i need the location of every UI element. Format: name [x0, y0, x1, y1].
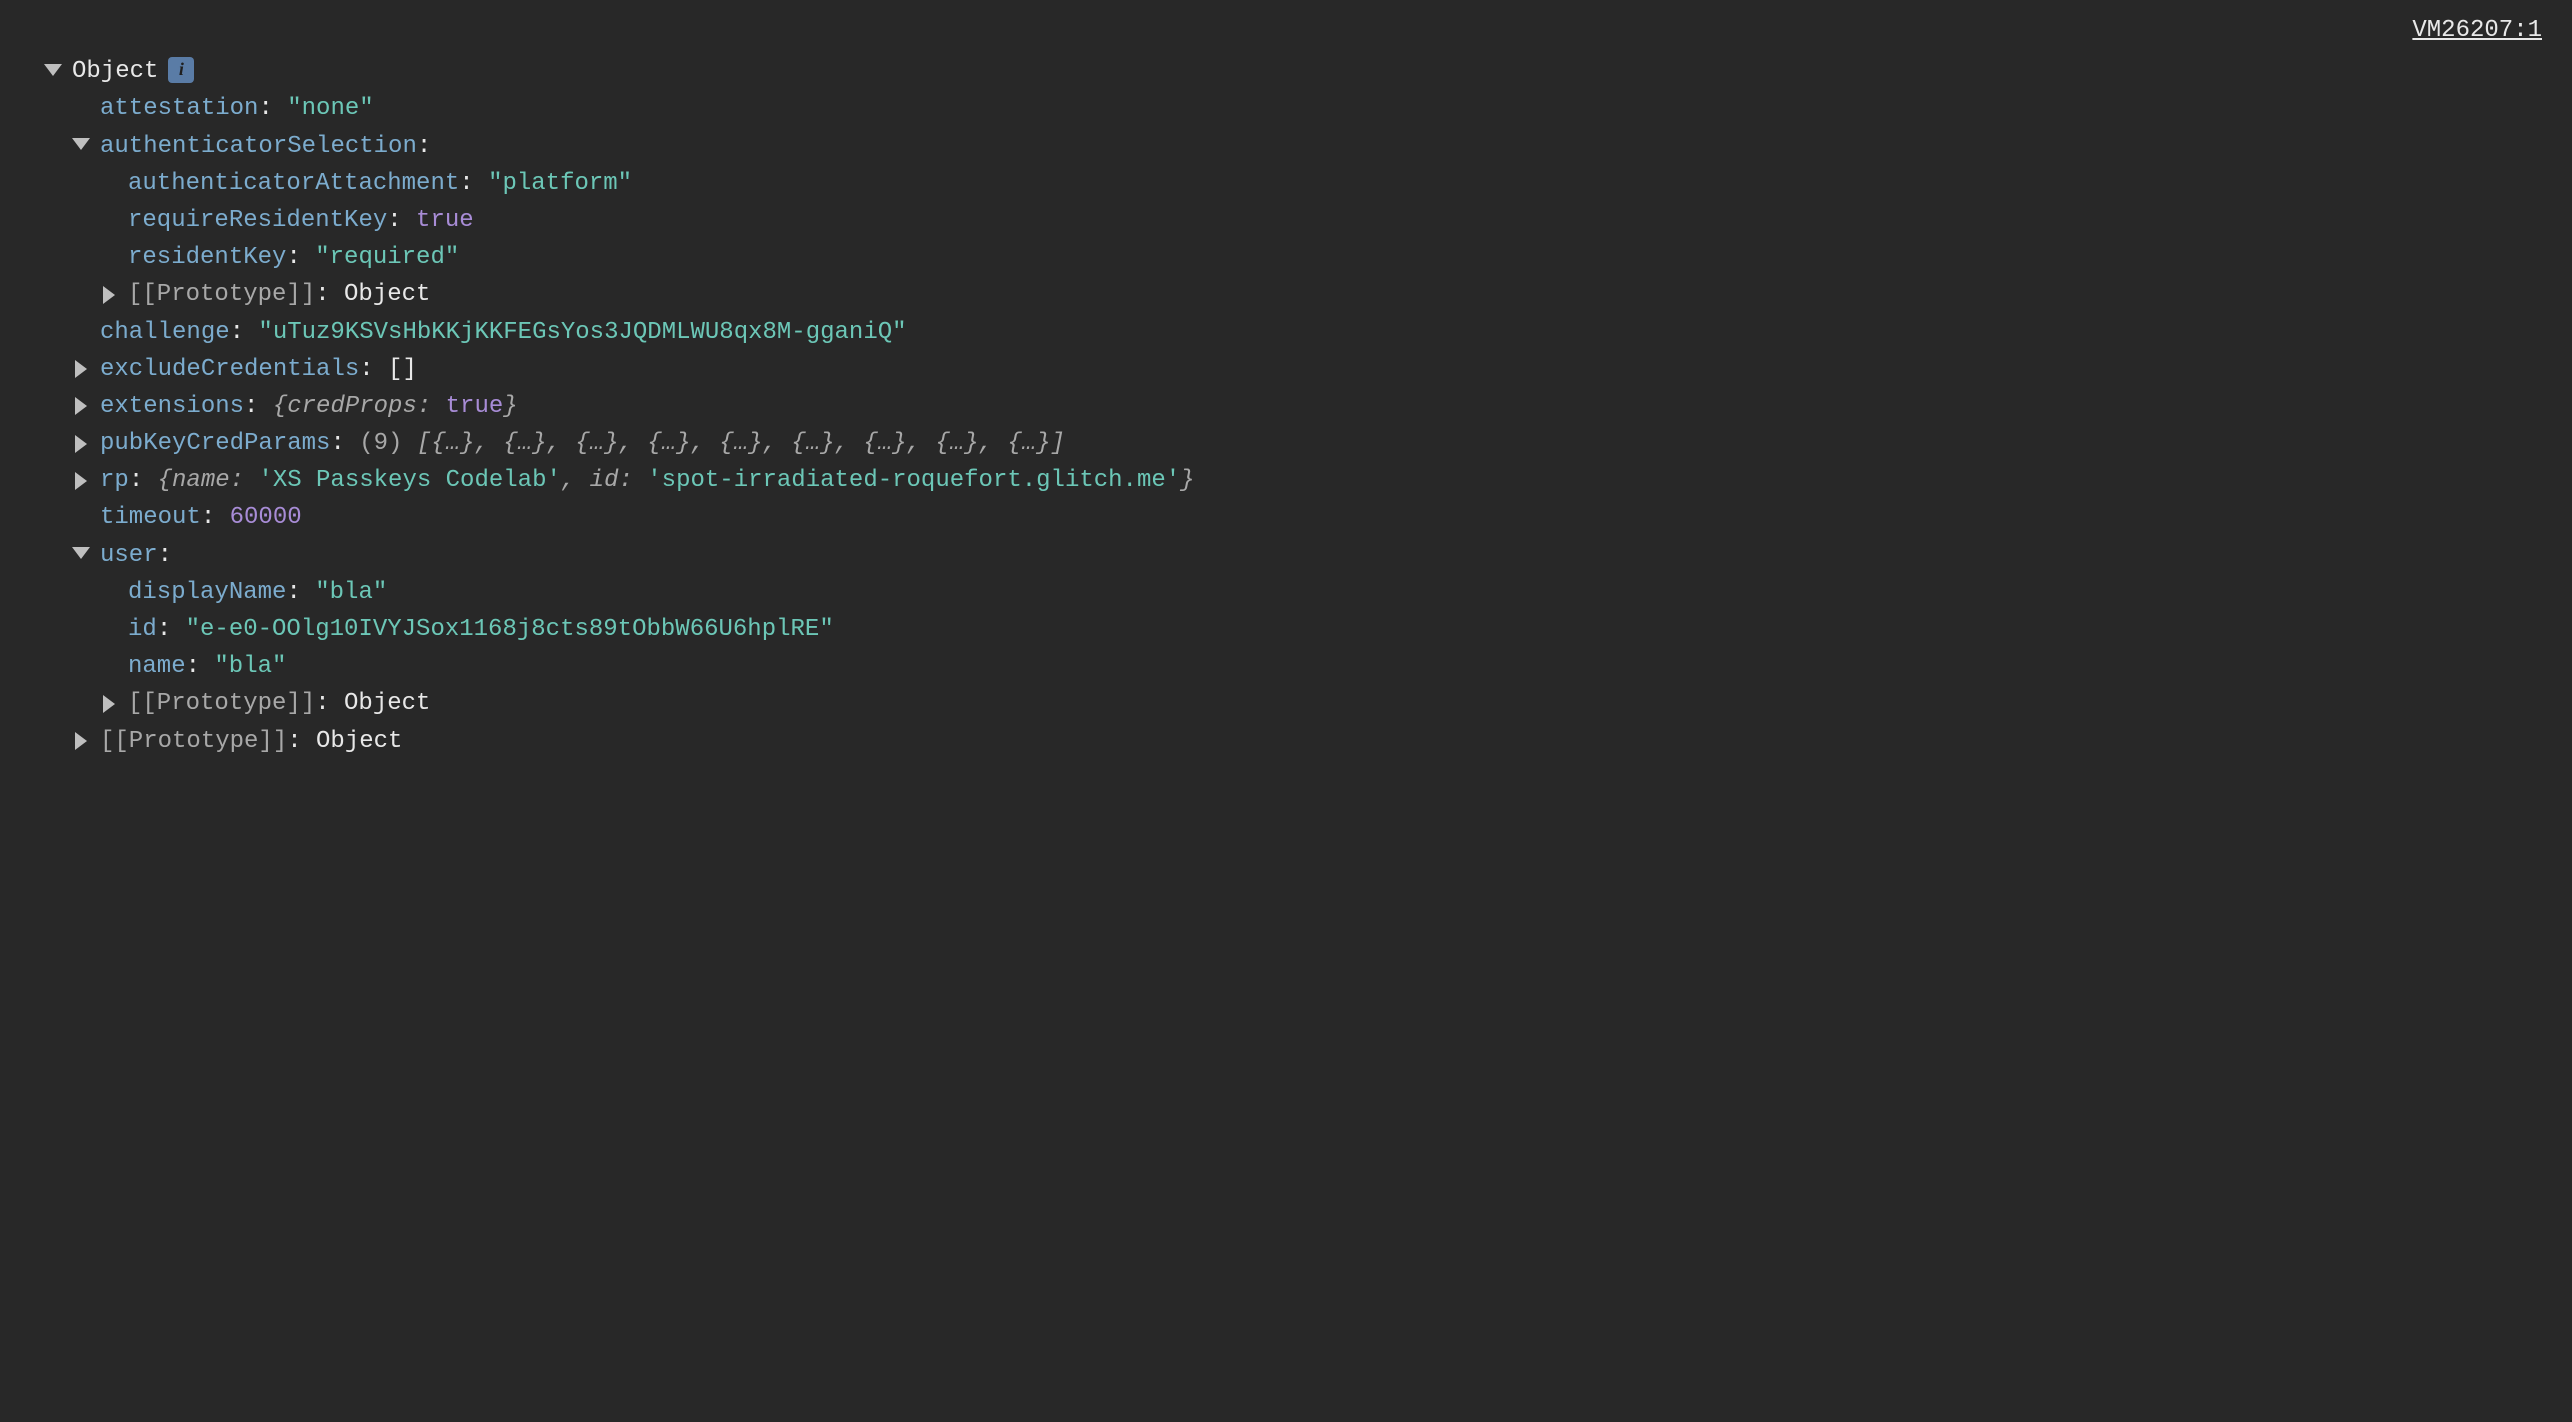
preview-value: 'XS Passkeys Codelab': [258, 462, 560, 499]
preview-close: }: [1180, 462, 1194, 499]
prop-pubkey-cred-params[interactable]: pubKeyCredParams: (9) [{…}, {…}, {…}, {……: [20, 425, 2552, 462]
prop-key: id: [128, 611, 157, 648]
preview-value: true: [446, 388, 504, 425]
prop-value: Object: [344, 276, 430, 313]
source-link[interactable]: VM26207:1: [20, 12, 2552, 49]
prop-user-name[interactable]: name: "bla": [20, 648, 2552, 685]
prop-value: "e-e0-OOlg10IVYJSox1168j8cts89tObbW66U6h…: [186, 611, 834, 648]
chevron-right-icon[interactable]: [103, 286, 115, 304]
chevron-right-icon[interactable]: [75, 732, 87, 750]
array-count: (9): [359, 425, 402, 462]
prop-value: "platform": [488, 165, 632, 202]
prop-key: name: [128, 648, 186, 685]
preview-value: 'spot-irradiated-roquefort.glitch.me': [647, 462, 1180, 499]
preview-key: credProps: [287, 388, 417, 425]
prop-value: "none": [287, 90, 373, 127]
prop-value: "uTuz9KSVsHbKKjKKFEGsYos3JQDMLWU8qx8M-gg…: [258, 314, 906, 351]
prop-key: [[Prototype]]: [128, 276, 315, 313]
prop-rp[interactable]: rp: {name:'XS Passkeys Codelab',id:'spot…: [20, 462, 2552, 499]
prop-key: authenticatorSelection: [100, 128, 417, 165]
preview-open: {: [273, 388, 287, 425]
prop-value: true: [416, 202, 474, 239]
prop-key: timeout: [100, 499, 201, 536]
chevron-right-icon[interactable]: [75, 435, 87, 453]
prop-key: excludeCredentials: [100, 351, 359, 388]
object-class-name: Object: [72, 53, 158, 90]
prop-key: rp: [100, 462, 129, 499]
chevron-down-icon[interactable]: [72, 138, 90, 150]
prop-user[interactable]: user:: [20, 537, 2552, 574]
prop-user-display-name[interactable]: displayName: "bla": [20, 574, 2552, 611]
prop-value: Object: [316, 723, 402, 760]
preview-close: }: [503, 388, 517, 425]
prop-value: []: [388, 351, 417, 388]
prop-authenticator-attachment[interactable]: authenticatorAttachment: "platform": [20, 165, 2552, 202]
prop-extensions[interactable]: extensions: {credProps:true}: [20, 388, 2552, 425]
prop-key: [[Prototype]]: [128, 685, 315, 722]
prop-value: "required": [315, 239, 459, 276]
prop-key: attestation: [100, 90, 258, 127]
chevron-down-icon[interactable]: [72, 547, 90, 559]
info-icon[interactable]: i: [168, 57, 194, 83]
prop-require-resident-key[interactable]: requireResidentKey: true: [20, 202, 2552, 239]
prop-key: displayName: [128, 574, 286, 611]
prop-exclude-credentials[interactable]: excludeCredentials: []: [20, 351, 2552, 388]
chevron-right-icon[interactable]: [75, 397, 87, 415]
chevron-right-icon[interactable]: [75, 360, 87, 378]
prop-key: extensions: [100, 388, 244, 425]
prop-value: 60000: [230, 499, 302, 536]
prop-prototype[interactable]: [[Prototype]]: Object: [20, 685, 2552, 722]
prop-prototype[interactable]: [[Prototype]]: Object: [20, 276, 2552, 313]
object-root-row[interactable]: Object i: [20, 53, 2552, 90]
prop-prototype[interactable]: [[Prototype]]: Object: [20, 723, 2552, 760]
prop-user-id[interactable]: id: "e-e0-OOlg10IVYJSox1168j8cts89tObbW6…: [20, 611, 2552, 648]
prop-resident-key[interactable]: residentKey: "required": [20, 239, 2552, 276]
prop-value: "bla": [315, 574, 387, 611]
preview-key: name: [172, 462, 230, 499]
prop-challenge[interactable]: challenge: "uTuz9KSVsHbKKjKKFEGsYos3JQDM…: [20, 314, 2552, 351]
prop-value: Object: [344, 685, 430, 722]
prop-key: residentKey: [128, 239, 286, 276]
prop-value: "bla": [214, 648, 286, 685]
prop-key: user: [100, 537, 158, 574]
prop-key: pubKeyCredParams: [100, 425, 330, 462]
chevron-down-icon[interactable]: [44, 64, 62, 76]
prop-key: challenge: [100, 314, 230, 351]
prop-authenticator-selection[interactable]: authenticatorSelection:: [20, 128, 2552, 165]
prop-key: [[Prototype]]: [100, 723, 287, 760]
array-preview: [{…}, {…}, {…}, {…}, {…}, {…}, {…}, {…},…: [417, 425, 1065, 462]
prop-key: authenticatorAttachment: [128, 165, 459, 202]
preview-key: id: [590, 462, 619, 499]
prop-attestation[interactable]: attestation: "none": [20, 90, 2552, 127]
preview-open: {: [158, 462, 172, 499]
prop-timeout[interactable]: timeout: 60000: [20, 499, 2552, 536]
prop-key: requireResidentKey: [128, 202, 387, 239]
chevron-right-icon[interactable]: [103, 695, 115, 713]
chevron-right-icon[interactable]: [75, 472, 87, 490]
